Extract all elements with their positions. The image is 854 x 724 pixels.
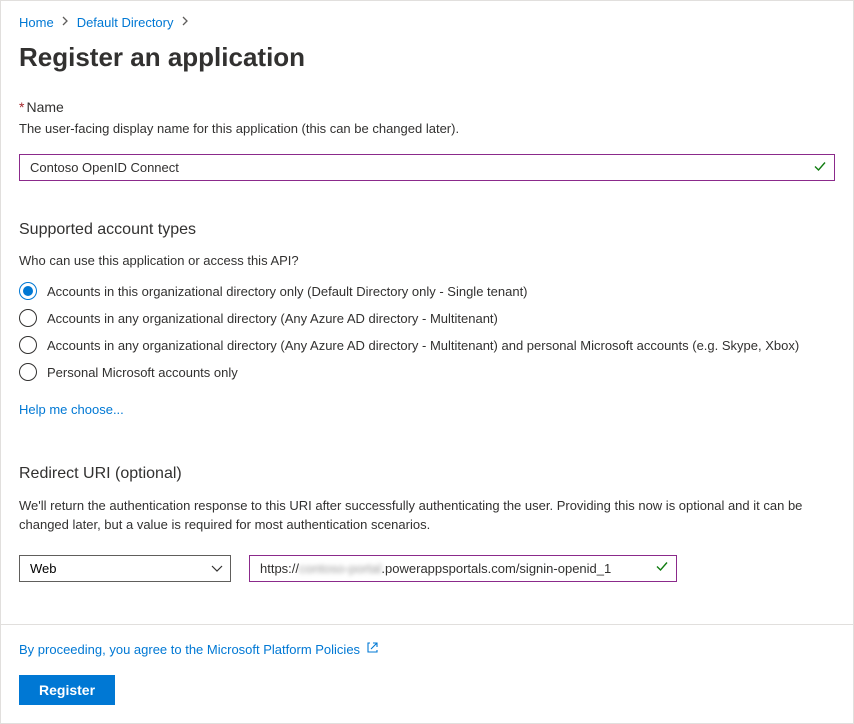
radio-label: Accounts in any organizational directory… (47, 338, 799, 353)
redirect-heading: Redirect URI (optional) (19, 465, 835, 483)
account-types-sub: Who can use this application or access t… (19, 253, 835, 268)
name-description: The user-facing display name for this ap… (19, 121, 835, 136)
page-title: Register an application (19, 42, 835, 73)
name-input[interactable] (19, 154, 835, 181)
chevron-right-icon (182, 16, 189, 29)
checkmark-icon (813, 159, 827, 176)
breadcrumb-home[interactable]: Home (19, 15, 54, 30)
checkmark-icon (655, 560, 669, 577)
breadcrumb: Home Default Directory (19, 15, 835, 30)
register-button[interactable]: Register (19, 675, 115, 705)
radio-label: Personal Microsoft accounts only (47, 365, 238, 380)
radio-icon (19, 363, 37, 381)
footer: By proceeding, you agree to the Microsof… (1, 624, 853, 723)
breadcrumb-directory[interactable]: Default Directory (77, 15, 174, 30)
radio-icon (19, 309, 37, 327)
account-types-radio-group: Accounts in this organizational director… (19, 282, 835, 381)
help-me-choose-link[interactable]: Help me choose... (19, 402, 124, 417)
radio-multitenant[interactable]: Accounts in any organizational directory… (19, 309, 835, 327)
radio-label: Accounts in any organizational directory… (47, 311, 498, 326)
platform-select[interactable] (19, 555, 231, 582)
chevron-right-icon (62, 16, 69, 29)
radio-personal-only[interactable]: Personal Microsoft accounts only (19, 363, 835, 381)
external-link-icon (366, 641, 379, 657)
redirect-description: We'll return the authentication response… (19, 497, 835, 535)
radio-label: Accounts in this organizational director… (47, 284, 528, 299)
radio-multitenant-personal[interactable]: Accounts in any organizational directory… (19, 336, 835, 354)
name-label: *Name (19, 99, 835, 115)
radio-single-tenant[interactable]: Accounts in this organizational director… (19, 282, 835, 300)
platform-policies-link[interactable]: By proceeding, you agree to the Microsof… (19, 642, 360, 657)
radio-icon (19, 282, 37, 300)
radio-icon (19, 336, 37, 354)
redirect-uri-input[interactable]: https://contoso-portal.powerappsportals.… (249, 555, 677, 582)
account-types-heading: Supported account types (19, 221, 835, 239)
